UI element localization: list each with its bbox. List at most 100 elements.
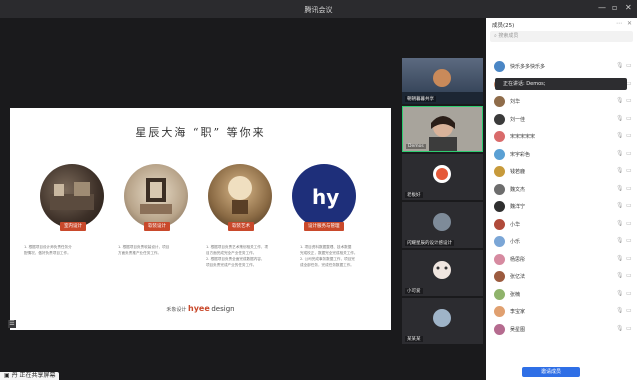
avatar xyxy=(494,131,505,142)
close-icon[interactable]: ✕ xyxy=(625,3,632,12)
member-row[interactable]: 快乐多多快乐多 🎙 ▭ xyxy=(486,58,637,75)
screen-share-status[interactable]: ▣ 丹 正在共享屏幕 xyxy=(0,372,60,380)
camera-icon[interactable]: ▭ xyxy=(626,255,632,262)
minimize-icon[interactable]: — xyxy=(598,3,606,12)
avatar xyxy=(494,148,505,160)
video-tile[interactable]: 某某某 xyxy=(402,298,483,344)
member-row[interactable]: 钱若鹿 🎙 ▭ xyxy=(486,163,637,180)
microphone-icon[interactable]: 🎙 xyxy=(616,307,624,314)
avatar xyxy=(494,201,505,212)
avatar xyxy=(494,113,505,125)
member-row[interactable]: 刘一佳 🎙 ▭ xyxy=(486,111,637,128)
video-tile[interactable]: Demos xyxy=(402,106,483,152)
card-desc-interior: 1. 根据项目设计师负责任务分 配情况，做好负责项目工作。 xyxy=(24,245,72,255)
member-row[interactable]: 李宝家 🎙 ▭ xyxy=(486,303,637,320)
microphone-icon[interactable]: 🎙 xyxy=(616,150,624,157)
avatar xyxy=(494,166,505,177)
microphone-icon[interactable]: 🎙 xyxy=(616,272,624,279)
camera-icon[interactable]: ▭ xyxy=(626,150,632,157)
microphone-icon[interactable]: 🎙 xyxy=(616,115,624,122)
camera-icon[interactable]: ▭ xyxy=(626,272,632,279)
microphone-icon[interactable]: 🎙 xyxy=(616,220,624,227)
card-desc-soft-furnishing: 1. 根据项目负责软装设计，项目 方面负责推产业任务工作。 xyxy=(118,245,170,255)
microphone-icon[interactable]: 🎙 xyxy=(616,167,624,174)
member-row[interactable]: 刘华 🎙 ▭ xyxy=(486,93,637,110)
camera-icon[interactable]: ▭ xyxy=(626,202,632,209)
speaking-tooltip: 正在讲话: Demos; xyxy=(495,78,627,90)
member-name: 张亿法 xyxy=(510,274,526,280)
video-strip: 朝朝暮暮共享 Demos 老板好 闪耀星辰的设计感设计 小可爱 某某某 xyxy=(399,18,486,380)
invite-members-button[interactable]: 邀请成员 xyxy=(522,367,580,377)
avatar xyxy=(494,61,505,72)
camera-icon[interactable]: ▭ xyxy=(626,167,632,174)
camera-icon[interactable]: ▭ xyxy=(626,220,632,227)
microphone-icon[interactable]: 🎙 xyxy=(616,325,624,332)
menu-icon[interactable]: ☰ xyxy=(8,320,16,328)
camera-icon[interactable]: ▭ xyxy=(626,237,632,244)
avatar xyxy=(494,96,505,107)
avatar xyxy=(494,306,505,317)
brand-logo: hyee xyxy=(188,304,210,313)
close-panel-icon[interactable]: ✕ xyxy=(627,20,632,27)
member-row[interactable]: 杨思彤 🎙 ▭ xyxy=(486,251,637,268)
member-row[interactable]: 魏文杰 🎙 ▭ xyxy=(486,181,637,198)
avatar xyxy=(494,236,505,247)
member-name: 张楠 xyxy=(510,291,521,298)
avatar xyxy=(494,288,505,300)
microphone-icon[interactable]: 🎙 xyxy=(616,237,624,244)
member-row[interactable]: 吴星图 🎙 ▭ xyxy=(486,321,637,338)
video-tile[interactable]: 朝朝暮暮共享 xyxy=(402,58,483,104)
window-title: 腾讯会议 xyxy=(304,6,333,14)
microphone-icon[interactable]: 🎙 xyxy=(616,290,624,297)
member-row[interactable]: 张楠 🎙 ▭ xyxy=(486,286,637,303)
member-row[interactable]: 魏洋宁 🎙 ▭ xyxy=(486,198,637,215)
shared-slide: 星辰大海 “职” 等你来 hy 室内设计 软装设计 软装艺术 设计服务与管理 1… xyxy=(10,108,391,330)
participants-panel: 成员(25) ⋯ ✕ ⌕ 搜索成员 快乐多多快乐多🎙▭李吴宇🎙▭刘华🎙▭刘一佳🎙… xyxy=(486,18,637,380)
member-row[interactable]: 张亿法 🎙 ▭ xyxy=(486,268,637,285)
brand-footer: 禾象设计 hyee design xyxy=(10,304,391,313)
camera-icon[interactable]: ▭ xyxy=(626,132,632,139)
member-row[interactable]: 宋宇彩色 🎙 ▭ xyxy=(486,146,637,163)
microphone-icon[interactable]: 🎙 xyxy=(616,202,624,209)
brand-prefix: 禾象设计 xyxy=(166,307,187,313)
microphone-icon[interactable]: 🎙 xyxy=(616,97,624,104)
brand-suffix: design xyxy=(211,305,235,313)
member-search-input[interactable]: ⌕ 搜索成员 xyxy=(490,31,633,42)
title-bar: 腾讯会议 — ▫ ✕ xyxy=(0,0,637,18)
camera-icon[interactable]: ▭ xyxy=(626,115,632,122)
camera-icon[interactable]: ▭ xyxy=(626,185,632,192)
camera-icon[interactable]: ▭ xyxy=(626,307,632,314)
card-desc-soft-art: 1. 根据项目负责艺术策划相关工作，项 目方面完成完全产业任务工作。 2. 根据项… xyxy=(206,245,269,267)
camera-icon[interactable]: ▭ xyxy=(626,325,632,332)
camera-icon[interactable]: ▭ xyxy=(626,62,632,69)
slide-title: 星辰大海 “职” 等你来 xyxy=(135,126,266,139)
video-tile[interactable]: 老板好 xyxy=(402,154,483,200)
video-tile-name: Demos xyxy=(406,144,426,149)
maximize-icon[interactable]: ▫ xyxy=(612,3,617,12)
member-name: 快乐多多快乐多 xyxy=(510,64,546,70)
video-tile[interactable]: 闪耀星辰的设计感设计 xyxy=(402,202,483,248)
more-icon[interactable]: ⋯ xyxy=(616,20,622,27)
avatar xyxy=(494,323,505,335)
interior-design-image xyxy=(40,164,104,228)
member-name: 李宝家 xyxy=(510,309,526,315)
member-row[interactable]: 宋宋宋宋宋 🎙 ▭ xyxy=(486,128,637,145)
video-tile[interactable]: 小可爱 xyxy=(402,250,483,296)
microphone-icon[interactable]: 🎙 xyxy=(616,185,624,192)
camera-icon[interactable]: ▭ xyxy=(626,290,632,297)
card-tag-design-service: 设计服务与管理 xyxy=(304,222,344,231)
avatar xyxy=(494,183,505,195)
microphone-icon[interactable]: 🎙 xyxy=(616,62,624,69)
panel-header: 成员(25) ⋯ ✕ xyxy=(486,18,637,30)
member-row[interactable]: 小乐 🎙 ▭ xyxy=(486,233,637,250)
microphone-icon[interactable]: 🎙 xyxy=(616,255,624,262)
camera-icon[interactable]: ▭ xyxy=(626,97,632,104)
member-row[interactable]: 小华 🎙 ▭ xyxy=(486,216,637,233)
microphone-icon[interactable]: 🎙 xyxy=(616,132,624,139)
card-desc-design-service: 1. 项目资料数据整理、技术数据 完成校正，数据完全完成相关工作。 2. 公司完成… xyxy=(300,245,358,267)
design-service-logo-image: hy xyxy=(292,164,356,228)
video-tile-name: 老板好 xyxy=(405,192,423,198)
member-name: 宋宋宋宋宋 xyxy=(510,134,536,140)
avatar xyxy=(494,253,505,265)
card-tag-interior: 室内设计 xyxy=(60,222,86,231)
